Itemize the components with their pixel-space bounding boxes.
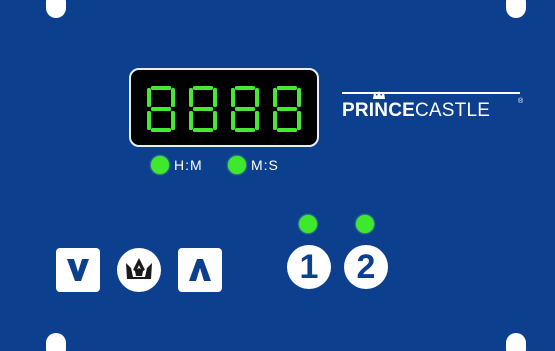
digit-3-segment-a bbox=[235, 86, 255, 90]
channel-1-led bbox=[299, 215, 317, 233]
digit-1-segment-c bbox=[171, 111, 175, 130]
digit-2-segment-c bbox=[213, 111, 217, 130]
digit-4-segment-e bbox=[273, 111, 277, 130]
digit-4-segment-b bbox=[297, 88, 301, 107]
channel-2-button[interactable]: 2 bbox=[344, 245, 388, 289]
digit-2-segment-a bbox=[193, 86, 213, 90]
hm-indicator-led bbox=[151, 156, 169, 174]
digit-1-segment-b bbox=[171, 88, 175, 107]
timer-display bbox=[129, 68, 319, 147]
chevron-down-icon bbox=[67, 259, 89, 281]
digit-2-segment-g bbox=[193, 107, 213, 111]
digit-1-segment-g bbox=[151, 107, 171, 111]
digit-4-segment-g bbox=[277, 107, 297, 111]
hm-indicator-label: H:M bbox=[174, 157, 203, 173]
digit-4-segment-a bbox=[277, 86, 297, 90]
digit-2-segment-d bbox=[193, 128, 213, 132]
up-button[interactable] bbox=[178, 248, 222, 292]
brand-name-regular: CASTLE bbox=[415, 100, 491, 121]
digit-2-segment-f bbox=[189, 88, 193, 107]
digit-1-segment-e bbox=[147, 111, 151, 130]
digit-1-segment-d bbox=[151, 128, 171, 132]
channel-2-led bbox=[356, 215, 374, 233]
channel-1-button[interactable]: 1 bbox=[287, 245, 331, 289]
digit-2-segment-e bbox=[189, 111, 193, 130]
mounting-hole bbox=[506, 0, 526, 18]
seven-segment-digits bbox=[147, 86, 301, 132]
digit-3-segment-d bbox=[235, 128, 255, 132]
brand-name: PRINCECASTLE bbox=[342, 100, 490, 122]
mounting-hole bbox=[506, 333, 526, 351]
digit-2-segment-b bbox=[213, 88, 217, 107]
ms-indicator-label: M:S bbox=[251, 157, 279, 173]
digit-3-segment-b bbox=[255, 88, 259, 107]
registered-mark: ® bbox=[518, 98, 524, 105]
digit-1-segment-f bbox=[147, 88, 151, 107]
logo-underline bbox=[342, 92, 520, 94]
mounting-hole bbox=[46, 333, 66, 351]
digit-3-segment-f bbox=[231, 88, 235, 107]
chevron-up-icon bbox=[189, 259, 211, 281]
digit-4-segment-f bbox=[273, 88, 277, 107]
mounting-hole bbox=[46, 0, 66, 18]
crown-icon bbox=[126, 258, 152, 279]
digit-3-segment-g bbox=[235, 107, 255, 111]
digit-3-segment-c bbox=[255, 111, 259, 130]
down-button[interactable] bbox=[56, 248, 100, 292]
ms-indicator-led bbox=[228, 156, 246, 174]
control-panel: H:M M:S PRINCECASTLE ® 1 2 bbox=[0, 0, 555, 351]
digit-3-segment-e bbox=[231, 111, 235, 130]
crown-button[interactable] bbox=[117, 248, 161, 292]
brand-logo: PRINCECASTLE ® bbox=[342, 91, 524, 128]
digit-1-segment-a bbox=[151, 86, 171, 90]
digit-4-segment-c bbox=[297, 111, 301, 130]
brand-name-bold: PRINCE bbox=[342, 100, 415, 121]
digit-4-segment-d bbox=[277, 128, 297, 132]
logo-crown-icon bbox=[373, 91, 385, 99]
